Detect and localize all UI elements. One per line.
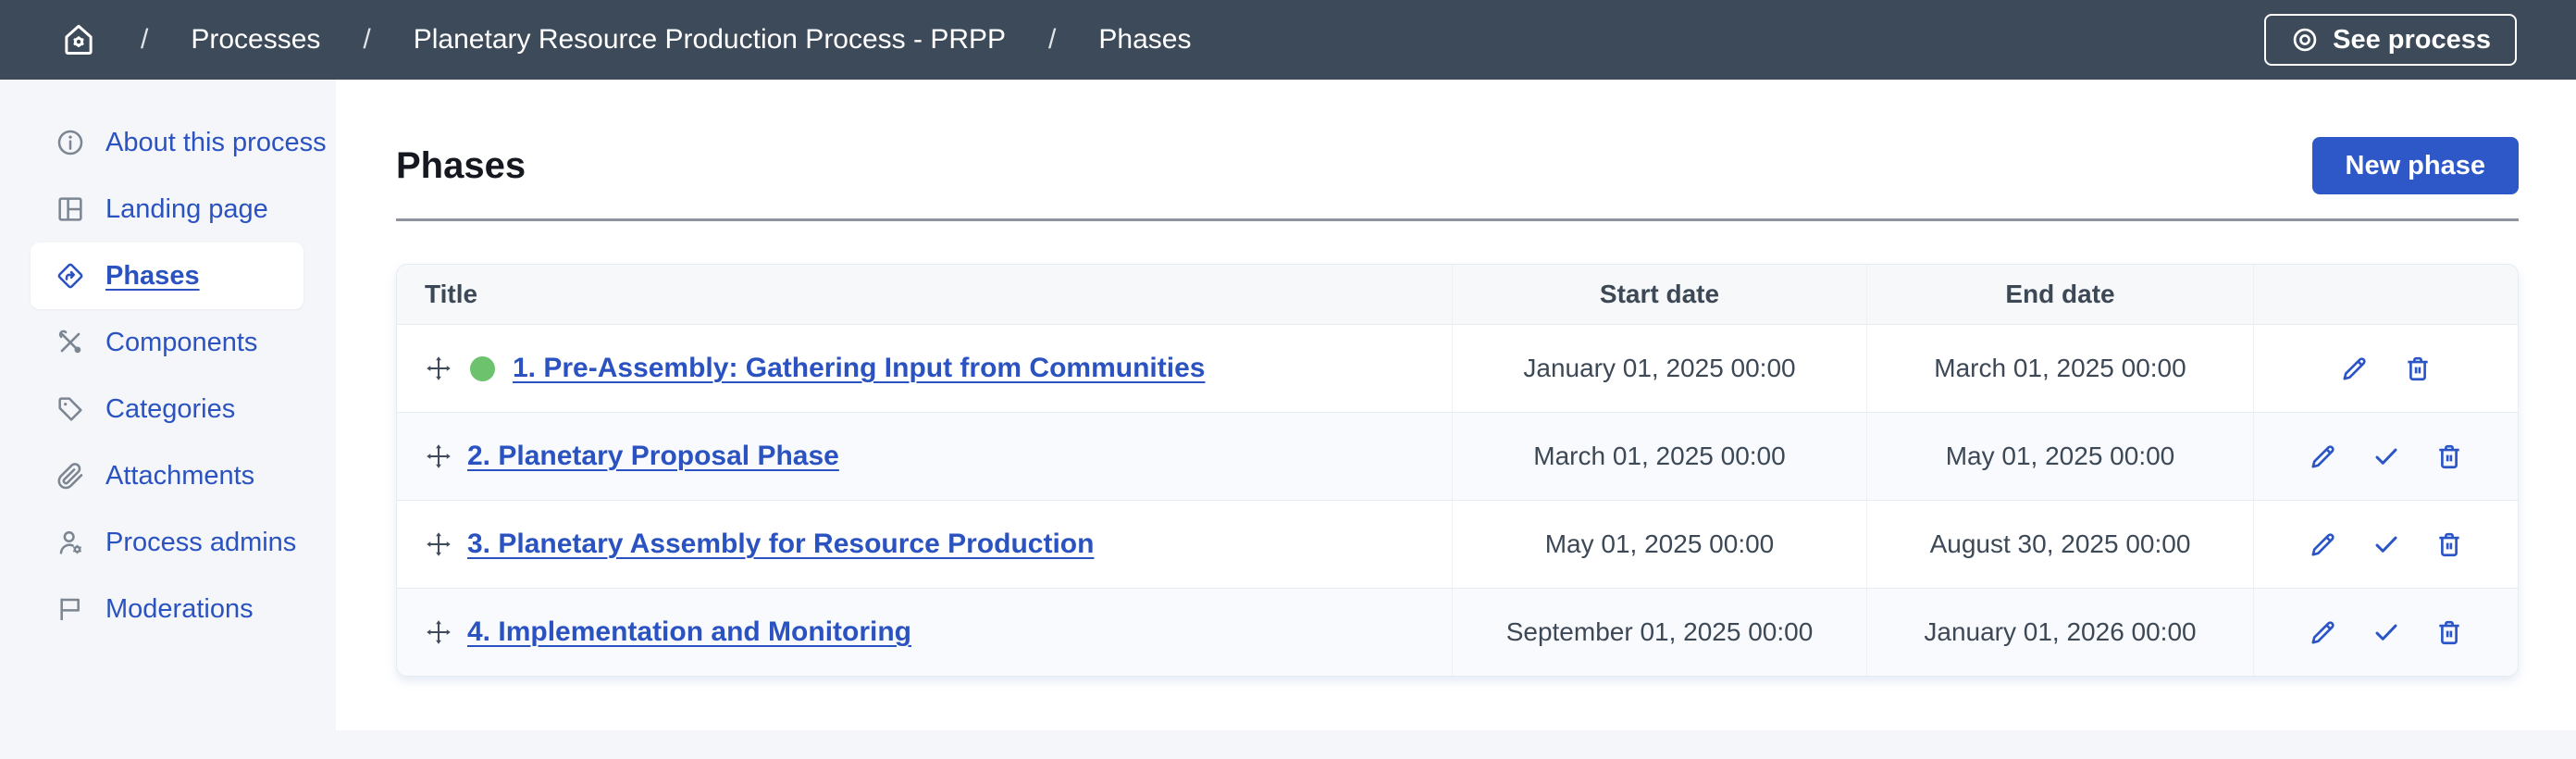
process-sidebar: About this process Landing page xyxy=(0,80,336,730)
main-content: Phases New phase Title Start date End da… xyxy=(336,80,2576,730)
column-header-title: Title xyxy=(397,265,1453,324)
info-icon xyxy=(56,128,85,157)
sidebar-item-label: Landing page xyxy=(105,194,268,225)
trash-icon xyxy=(2403,354,2433,383)
pencil-icon xyxy=(2340,354,2370,383)
activate-phase-button[interactable] xyxy=(2372,617,2401,647)
pencil-icon xyxy=(2309,617,2338,647)
sidebar-item-components[interactable]: Components xyxy=(0,309,336,376)
activate-phase-button[interactable] xyxy=(2372,442,2401,471)
breadcrumb-separator: / xyxy=(363,24,370,56)
trash-icon xyxy=(2434,529,2464,559)
table-row: 3. Planetary Assembly for Resource Produ… xyxy=(397,500,2518,588)
check-icon xyxy=(2372,529,2401,559)
header-divider xyxy=(396,218,2519,221)
delete-phase-button[interactable] xyxy=(2434,529,2464,559)
phases-table: Title Start date End date xyxy=(396,264,2519,677)
tools-icon xyxy=(56,328,85,357)
start-date-cell: May 01, 2025 00:00 xyxy=(1453,501,1867,588)
new-phase-button[interactable]: New phase xyxy=(2312,137,2520,194)
sidebar-item-phases[interactable]: Phases xyxy=(31,243,303,309)
breadcrumb-separator: / xyxy=(1048,24,1056,56)
sidebar-item-attachments[interactable]: Attachments xyxy=(0,442,336,509)
see-process-button[interactable]: See process xyxy=(2264,14,2517,66)
phase-title-link[interactable]: 1. Pre-Assembly: Gathering Input from Co… xyxy=(513,353,1205,384)
table-row: 2. Planetary Proposal Phase March 01, 20… xyxy=(397,412,2518,500)
page-title: Phases xyxy=(396,145,526,187)
column-header-end-date: End date xyxy=(1867,265,2254,324)
start-date-cell: September 01, 2025 00:00 xyxy=(1453,589,1867,676)
breadcrumb-processes[interactable]: Processes xyxy=(191,24,320,56)
table-row: 1. Pre-Assembly: Gathering Input from Co… xyxy=(397,324,2518,412)
end-date-cell: May 01, 2025 00:00 xyxy=(1867,413,2254,500)
drag-handle-icon[interactable] xyxy=(425,442,452,470)
sidebar-item-landing-page[interactable]: Landing page xyxy=(0,176,336,243)
pencil-icon xyxy=(2309,442,2338,471)
column-header-actions xyxy=(2254,265,2518,324)
paperclip-icon xyxy=(56,461,85,491)
eye-icon xyxy=(2290,25,2320,55)
phases-diamond-icon xyxy=(56,261,85,291)
end-date-cell: January 01, 2026 00:00 xyxy=(1867,589,2254,676)
check-icon xyxy=(2372,617,2401,647)
phase-title-link[interactable]: 3. Planetary Assembly for Resource Produ… xyxy=(467,529,1094,560)
phase-title-link[interactable]: 4. Implementation and Monitoring xyxy=(467,616,911,648)
sidebar-item-label: Moderations xyxy=(105,594,254,625)
delete-phase-button[interactable] xyxy=(2403,354,2433,383)
see-process-label: See process xyxy=(2333,25,2491,56)
drag-handle-icon[interactable] xyxy=(425,355,452,382)
admin-app: / Processes / Planetary Resource Product… xyxy=(0,0,2576,759)
table-row: 4. Implementation and Monitoring Septemb… xyxy=(397,588,2518,676)
layout-icon xyxy=(56,194,85,224)
start-date-cell: March 01, 2025 00:00 xyxy=(1453,413,1867,500)
table-header-row: Title Start date End date xyxy=(397,265,2518,324)
sidebar-item-label: About this process xyxy=(105,128,327,158)
edit-phase-button[interactable] xyxy=(2309,529,2338,559)
edit-phase-button[interactable] xyxy=(2309,617,2338,647)
sidebar-item-categories[interactable]: Categories xyxy=(0,376,336,442)
breadcrumb-process-name[interactable]: Planetary Resource Production Process - … xyxy=(414,24,1006,56)
sidebar-item-label: Attachments xyxy=(105,461,254,491)
end-date-cell: August 30, 2025 00:00 xyxy=(1867,501,2254,588)
start-date-cell: January 01, 2025 00:00 xyxy=(1453,325,1867,412)
sidebar-item-label: Phases xyxy=(105,261,200,292)
pencil-icon xyxy=(2309,529,2338,559)
delete-phase-button[interactable] xyxy=(2434,617,2464,647)
flag-icon xyxy=(56,594,85,624)
drag-handle-icon[interactable] xyxy=(425,618,452,646)
end-date-cell: March 01, 2025 00:00 xyxy=(1867,325,2254,412)
trash-icon xyxy=(2434,442,2464,471)
edit-phase-button[interactable] xyxy=(2340,354,2370,383)
sidebar-item-label: Categories xyxy=(105,394,235,425)
breadcrumb-phases: Phases xyxy=(1098,24,1191,56)
sidebar-item-process-admins[interactable]: Process admins xyxy=(0,509,336,576)
sidebar-item-label: Components xyxy=(105,328,257,358)
user-gear-icon xyxy=(56,528,85,557)
check-icon xyxy=(2372,442,2401,471)
activate-phase-button[interactable] xyxy=(2372,529,2401,559)
sidebar-item-about[interactable]: About this process xyxy=(0,109,336,176)
tag-icon xyxy=(56,394,85,424)
trash-icon xyxy=(2434,617,2464,647)
breadcrumb: / Processes / Planetary Resource Product… xyxy=(141,24,1191,56)
sidebar-item-label: Process admins xyxy=(105,528,296,558)
edit-phase-button[interactable] xyxy=(2309,442,2338,471)
column-header-start-date: Start date xyxy=(1453,265,1867,324)
active-phase-dot xyxy=(470,356,495,381)
sidebar-item-moderations[interactable]: Moderations xyxy=(0,576,336,642)
delete-phase-button[interactable] xyxy=(2434,442,2464,471)
topbar: / Processes / Planetary Resource Product… xyxy=(0,0,2576,80)
phase-title-link[interactable]: 2. Planetary Proposal Phase xyxy=(467,441,839,472)
drag-handle-icon[interactable] xyxy=(425,530,452,558)
breadcrumb-separator: / xyxy=(141,24,148,56)
admin-home-icon[interactable] xyxy=(59,20,98,59)
